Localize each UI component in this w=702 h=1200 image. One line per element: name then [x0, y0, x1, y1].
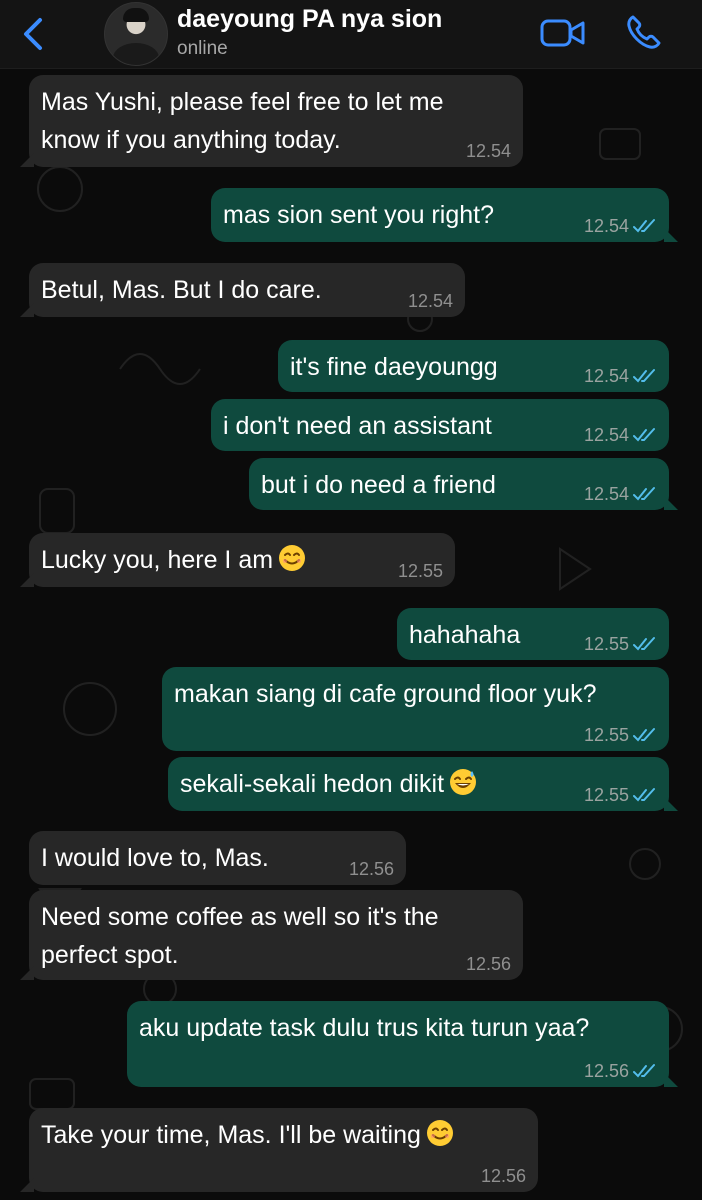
message-text: makan siang di cafe ground floor yuk? — [174, 680, 597, 708]
outgoing-message[interactable]: sekali-sekali hedon dikit 12.55 — [168, 757, 678, 811]
message-time: 12.55 — [397, 561, 443, 581]
smiling-face-emoji — [279, 545, 306, 571]
back-button[interactable] — [18, 14, 48, 54]
message-time: 12.56 — [465, 954, 511, 974]
message-text: Need some coffee as well so it's the per… — [41, 903, 439, 969]
chevron-left-icon — [24, 18, 42, 50]
read-ticks-icon — [633, 219, 655, 233]
phone-icon — [627, 15, 661, 49]
message-meta: 12.55 — [584, 725, 657, 745]
message-text-content: sekali-sekali hedon dikit — [180, 770, 445, 798]
message-time: 12.54 — [583, 366, 629, 386]
contact-name[interactable]: daeyoung PA nya sion — [177, 5, 442, 34]
video-camera-icon — [540, 19, 585, 47]
contact-status: online — [177, 38, 228, 59]
message-time: 12.56 — [583, 1061, 629, 1081]
message-time: 12.55 — [583, 785, 629, 805]
outgoing-message[interactable]: hahahaha 12.55 — [397, 608, 669, 660]
message-text: Take your time, Mas. I'll be waiting — [41, 1116, 526, 1154]
message-meta: 12.56 — [481, 1166, 526, 1186]
read-ticks-icon — [633, 369, 655, 383]
message-time: 12.55 — [583, 634, 629, 654]
message-meta: 12.54 — [584, 216, 657, 236]
message-text-content: Take your time, Mas. I'll be waiting — [41, 1121, 421, 1149]
outgoing-message[interactable]: aku update task dulu trus kita turun yaa… — [127, 1001, 678, 1087]
message-list[interactable]: Mas Yushi, please feel free to let me kn… — [0, 69, 702, 1200]
outgoing-message[interactable]: i don't need an assistant 12.54 — [211, 399, 669, 451]
read-ticks-icon — [633, 428, 655, 442]
message-meta: 12.56 — [584, 1061, 657, 1081]
message-time: 12.55 — [583, 725, 629, 745]
grinning-sweat-emoji — [450, 769, 477, 795]
avatar-hair — [123, 8, 149, 22]
incoming-message[interactable]: Lucky you, here I am 12.55 — [20, 533, 455, 587]
message-time: 12.54 — [583, 216, 629, 236]
message-meta: 12.55 — [584, 634, 657, 654]
message-meta: 12.54 — [408, 291, 453, 311]
incoming-message[interactable]: Mas Yushi, please feel free to let me kn… — [20, 75, 523, 167]
avatar[interactable] — [104, 2, 168, 66]
read-ticks-icon — [633, 487, 655, 501]
message-meta: 12.56 — [349, 859, 394, 879]
read-ticks-icon — [633, 1064, 655, 1078]
message-text: I would love to, Mas. — [41, 844, 269, 872]
incoming-message[interactable]: Betul, Mas. But I do care. 12.54 — [20, 263, 465, 317]
outgoing-message[interactable]: mas sion sent you right? 12.54 — [211, 188, 678, 242]
avatar-shoulders — [113, 43, 159, 65]
incoming-message[interactable]: I would love to, Mas. 12.56 — [29, 831, 406, 885]
read-ticks-icon — [633, 788, 655, 802]
message-time: 12.54 — [583, 484, 629, 504]
read-ticks-icon — [633, 637, 655, 651]
voice-call-button[interactable] — [624, 12, 664, 52]
message-text: Lucky you, here I am — [41, 541, 443, 579]
message-meta: 12.55 — [584, 785, 657, 805]
message-text: Mas Yushi, please feel free to let me kn… — [41, 88, 444, 154]
message-time: 12.54 — [407, 291, 453, 311]
read-ticks-icon — [633, 728, 655, 742]
message-meta: 12.55 — [398, 561, 443, 581]
message-meta: 12.54 — [584, 366, 657, 386]
message-meta: 12.56 — [466, 954, 511, 974]
chat-header: daeyoung PA nya sion online — [0, 0, 702, 69]
message-meta: 12.54 — [584, 425, 657, 445]
message-time: 12.54 — [583, 425, 629, 445]
incoming-message[interactable]: Need some coffee as well so it's the per… — [20, 890, 523, 980]
message-meta: 12.54 — [584, 484, 657, 504]
incoming-message[interactable]: Take your time, Mas. I'll be waiting 12.… — [20, 1108, 538, 1192]
smiling-face-emoji — [426, 1120, 453, 1146]
outgoing-message[interactable]: makan siang di cafe ground floor yuk? 12… — [162, 667, 669, 751]
outgoing-message[interactable]: but i do need a friend 12.54 — [249, 458, 678, 510]
message-time: 12.56 — [480, 1166, 526, 1186]
message-text: Betul, Mas. But I do care. — [41, 276, 322, 304]
message-time: 12.56 — [348, 859, 394, 879]
message-text-content: Lucky you, here I am — [41, 546, 274, 574]
video-call-button[interactable] — [540, 16, 586, 50]
message-meta: 12.54 — [466, 141, 511, 161]
message-text: aku update task dulu trus kita turun yaa… — [139, 1014, 590, 1042]
outgoing-message[interactable]: it's fine daeyoungg 12.54 — [278, 340, 669, 392]
message-time: 12.54 — [465, 141, 511, 161]
